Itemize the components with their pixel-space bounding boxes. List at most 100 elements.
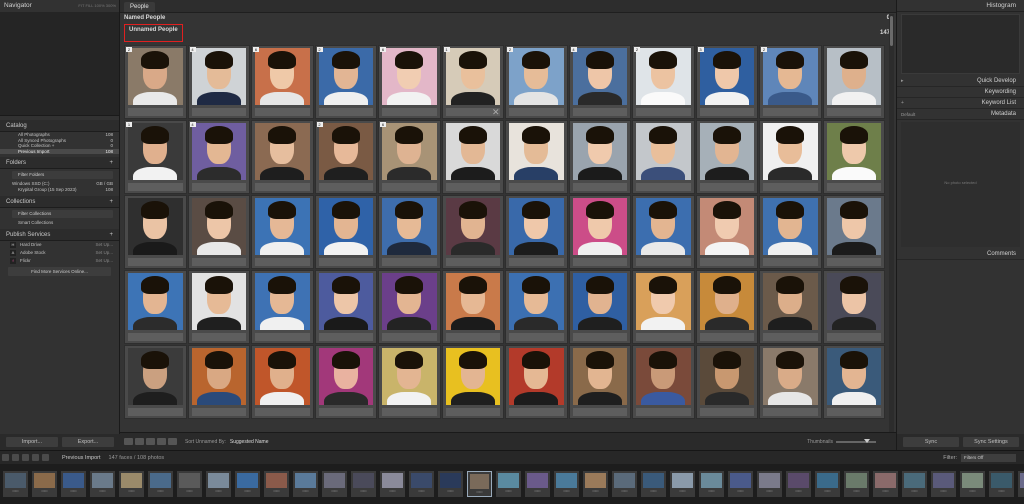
sync-button[interactable]: Sync (903, 437, 959, 447)
filmstrip-thumbnail[interactable]: ••••• (583, 471, 608, 497)
filmstrip-thumbnail[interactable]: ••••• (206, 471, 231, 497)
name-input[interactable] (382, 258, 437, 266)
face-thumbnail[interactable] (695, 120, 758, 194)
filmstrip-thumbnail[interactable]: ••••• (496, 471, 521, 497)
name-input[interactable] (318, 408, 373, 416)
face-thumbnail[interactable] (822, 195, 885, 269)
rating-dots[interactable]: ••••• (991, 488, 1012, 494)
loupe-view-icon[interactable] (135, 438, 144, 445)
name-input[interactable] (699, 333, 754, 341)
face-thumbnail[interactable] (505, 195, 568, 269)
face-thumbnail[interactable] (505, 120, 568, 194)
name-input[interactable] (572, 408, 627, 416)
face-thumbnail[interactable] (251, 195, 314, 269)
filmstrip-thumbnail[interactable]: ••••• (32, 471, 57, 497)
name-input[interactable] (382, 408, 437, 416)
name-input[interactable] (636, 333, 691, 341)
name-input[interactable] (318, 108, 373, 116)
sync-settings-button[interactable]: Sync Settings (963, 437, 1019, 447)
add-folder-icon[interactable]: + (109, 157, 113, 168)
rating-dots[interactable]: ••••• (324, 488, 345, 494)
face-thumbnail[interactable] (568, 345, 631, 419)
filmstrip-thumbnail[interactable]: ••••• (757, 471, 782, 497)
filmstrip-thumbnail[interactable]: ••••• (380, 471, 405, 497)
face-thumbnail[interactable] (378, 270, 441, 344)
name-input[interactable] (191, 108, 246, 116)
face-thumbnail[interactable] (695, 270, 758, 344)
face-thumbnail[interactable]: 6 (378, 45, 441, 119)
add-collection-icon[interactable]: + (109, 196, 113, 207)
service-hard-drive[interactable]: H Hard Drive Set Up... (0, 241, 119, 249)
comments-header[interactable]: Comments (897, 249, 1024, 260)
face-thumbnail[interactable] (441, 270, 504, 344)
name-input[interactable] (636, 408, 691, 416)
name-input[interactable] (763, 258, 818, 266)
name-input[interactable] (699, 183, 754, 191)
face-thumbnail[interactable]: 1 (124, 120, 187, 194)
source-path[interactable]: Previous Import (62, 455, 101, 461)
face-thumbnail[interactable] (822, 345, 885, 419)
face-thumbnail[interactable] (632, 345, 695, 419)
face-thumbnail[interactable] (187, 270, 250, 344)
face-thumbnail[interactable] (314, 270, 377, 344)
sort-control[interactable]: Sort Unnamed By: Suggested Name (185, 439, 269, 445)
rating-dots[interactable]: ••••• (295, 488, 316, 494)
rating-dots[interactable]: ••••• (382, 488, 403, 494)
name-input[interactable] (255, 183, 310, 191)
rating-dots[interactable]: ••••• (498, 488, 519, 494)
name-input[interactable] (699, 408, 754, 416)
filmstrip-thumbnail[interactable]: ••••• (438, 471, 463, 497)
filmstrip-thumbnail[interactable]: ••••• (148, 471, 173, 497)
publish-services-header[interactable]: Publish Services + (0, 229, 119, 241)
filmstrip-thumbnail[interactable]: ••••• (351, 471, 376, 497)
face-thumbnail[interactable] (822, 270, 885, 344)
name-input[interactable] (255, 258, 310, 266)
filmstrip-thumbnail[interactable]: ••••• (3, 471, 28, 497)
rating-dots[interactable]: ••••• (440, 488, 461, 494)
keywording-header[interactable]: Keywording (897, 87, 1024, 98)
main-window-icon[interactable] (2, 454, 9, 461)
rating-dots[interactable]: ••••• (5, 488, 26, 494)
face-thumbnail[interactable] (441, 120, 504, 194)
name-input[interactable] (255, 333, 310, 341)
name-input[interactable] (572, 258, 627, 266)
navigator-preview[interactable] (0, 12, 119, 116)
slider-handle-icon[interactable] (864, 438, 870, 443)
rating-dots[interactable]: ••••• (875, 488, 896, 494)
survey-view-icon[interactable] (157, 438, 166, 445)
rating-dots[interactable]: ••••• (179, 488, 200, 494)
filmstrip-thumbnail[interactable]: ••••• (699, 471, 724, 497)
filmstrip-thumbnail[interactable]: ••••• (293, 471, 318, 497)
rating-dots[interactable]: ••••• (672, 488, 693, 494)
name-input[interactable] (191, 258, 246, 266)
histogram-header[interactable]: Histogram (897, 0, 1024, 12)
name-input[interactable] (128, 183, 183, 191)
name-input[interactable] (382, 183, 437, 191)
name-input[interactable] (509, 183, 564, 191)
face-thumbnail[interactable]: 2 (314, 120, 377, 194)
filmstrip-thumbnail[interactable]: ••••• (815, 471, 840, 497)
name-input[interactable] (826, 333, 881, 341)
rating-dots[interactable]: ••••• (962, 488, 983, 494)
filmstrip-thumbnail[interactable]: ••••• (902, 471, 927, 497)
face-thumbnail[interactable] (759, 270, 822, 344)
rating-dots[interactable]: ••••• (353, 488, 374, 494)
filmstrip-thumbnail[interactable]: ••••• (786, 471, 811, 497)
service-setup-link[interactable]: Set Up... (95, 258, 113, 264)
metadata-header[interactable]: Default Metadata (897, 109, 1024, 120)
face-thumbnail[interactable] (759, 195, 822, 269)
face-thumbnail[interactable] (632, 195, 695, 269)
filmstrip-thumbnail[interactable]: ••••• (873, 471, 898, 497)
rating-dots[interactable]: ••••• (701, 488, 722, 494)
name-input[interactable] (255, 408, 310, 416)
name-input[interactable] (826, 258, 881, 266)
thumbnail-size-slider[interactable] (836, 438, 876, 443)
catalog-item-previous-import[interactable]: Previous Import 108 (0, 148, 119, 154)
name-input[interactable] (255, 108, 310, 116)
face-thumbnail[interactable] (124, 345, 187, 419)
filmstrip-thumbnail[interactable]: ••••• (931, 471, 956, 497)
face-thumbnail[interactable] (568, 195, 631, 269)
navigator-zoom-modes[interactable]: FIT FILL 100% 300% (78, 0, 116, 12)
add-service-icon[interactable]: + (109, 229, 113, 240)
scrollbar-thumb[interactable] (890, 16, 893, 46)
